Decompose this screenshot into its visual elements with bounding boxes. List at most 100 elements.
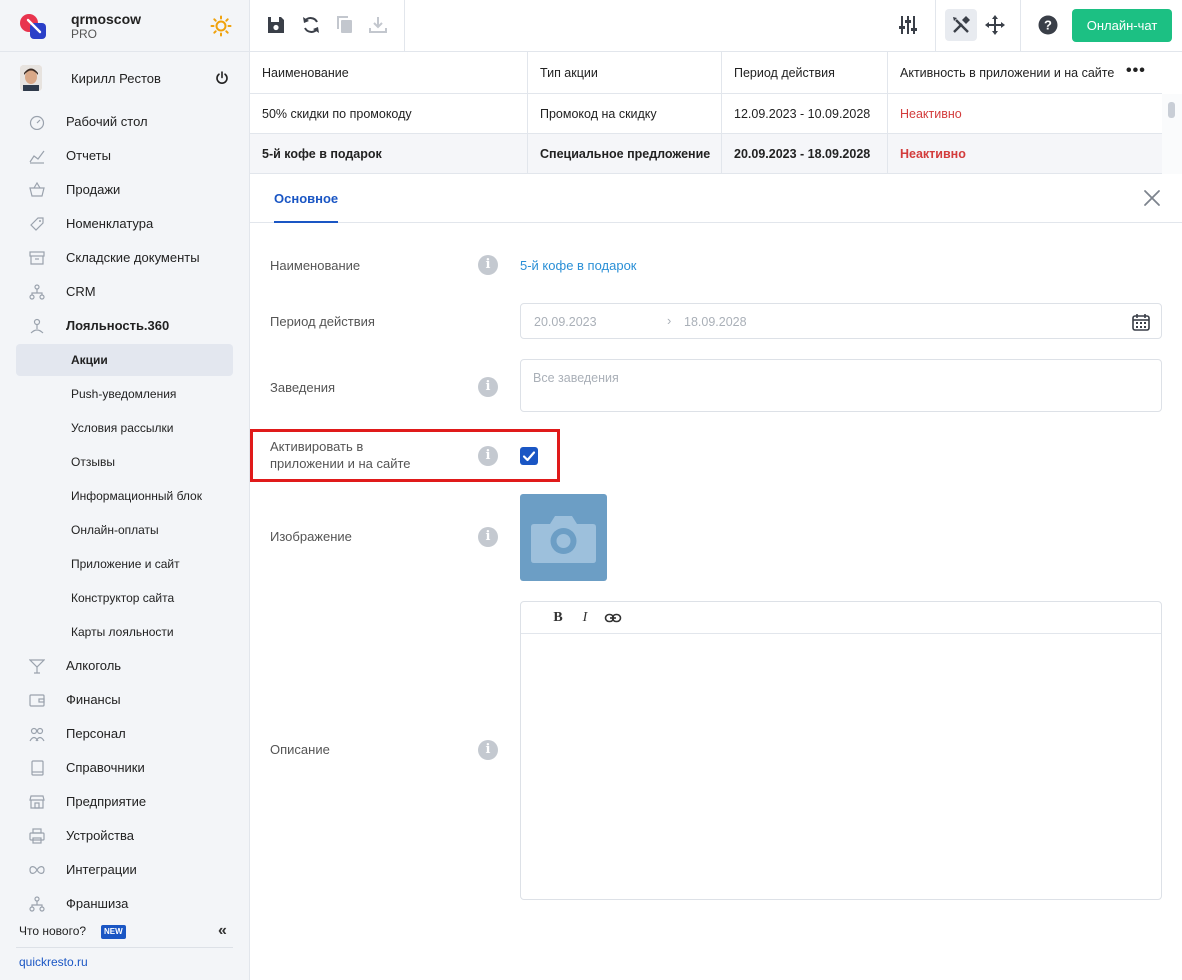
refresh-icon[interactable] [300,14,322,36]
table-row[interactable]: 50% скидки по промокоду Промокод на скид… [250,94,1162,134]
filter-sliders-icon[interactable] [897,14,919,36]
period-from-value[interactable]: 20.09.2023 [534,315,597,329]
column-header-name[interactable]: Наименование [250,52,528,94]
image-label: Изображение [270,529,352,544]
logout-power-icon[interactable] [215,71,229,85]
sidebar-item-warehouse-docs[interactable]: Складские документы [0,240,249,274]
column-options-more-icon[interactable]: ••• [1126,63,1146,79]
printer-icon [29,828,45,844]
copy-icon[interactable] [334,14,356,36]
sidebar-subitem-label: Акции [71,353,108,367]
sidebar-item-nomenclature[interactable]: Номенклатура [0,206,249,240]
sidebar-item-label: Лояльность.360 [66,318,170,333]
row-name: 50% скидки по промокоду [250,94,528,134]
sidebar-item-integrations[interactable]: Интеграции [0,852,249,886]
description-textarea[interactable] [521,634,1161,899]
sidebar-item-franchise[interactable]: Франшиза [0,886,249,920]
sidebar-item-label: Интеграции [66,862,137,877]
sidebar-subitem-label: Приложение и сайт [71,557,180,571]
sidebar-subitem-label: Конструктор сайта [71,591,175,605]
activate-checkbox[interactable] [520,447,538,465]
bold-icon[interactable]: B [549,609,567,627]
sidebar-item-devices[interactable]: Устройства [0,818,249,852]
sidebar-subitem-mailing-conditions[interactable]: Условия рассылки [16,412,233,444]
column-header-activity[interactable]: Активность в приложении и на сайте [888,52,1162,94]
logo-icon [20,14,46,39]
italic-icon[interactable]: I [576,609,594,627]
sidebar-item-label: CRM [66,284,96,299]
sidebar-subitem-promotions[interactable]: Акции [16,344,233,376]
sidebar-item-crm[interactable]: CRM [0,274,249,308]
avatar[interactable] [20,65,42,91]
staff-icon [29,727,45,742]
sidebar-subitem-label: Информационный блок [71,489,202,503]
sidebar-subitem-push[interactable]: Push-уведомления [16,378,233,410]
promotion-detail-panel: Основное Наименование i 5-й кофе в подар… [250,174,1182,980]
info-icon[interactable]: i [478,446,498,466]
venues-select[interactable]: Все заведения [520,359,1162,412]
sidebar-subitem-online-payments[interactable]: Онлайн-оплаты [16,514,233,546]
tab-main[interactable]: Основное [274,174,339,223]
sidebar-item-staff[interactable]: Персонал [0,716,249,750]
row-status: Неактивно [900,147,966,161]
period-to-value[interactable]: 18.09.2028 [684,315,747,329]
sidebar-item-finance[interactable]: Финансы [0,682,249,716]
info-icon[interactable]: i [478,740,498,760]
quickresto-link[interactable]: quickresto.ru [19,955,88,969]
promotion-name-value[interactable]: 5-й кофе в подарок [520,258,637,273]
info-icon[interactable]: i [478,255,498,275]
archive-icon [29,251,45,265]
whats-new-link[interactable]: Что нового? [19,924,86,938]
sidebar-item-enterprise[interactable]: Предприятие [0,784,249,818]
cocktail-icon [29,659,45,674]
download-icon[interactable] [367,14,389,36]
theme-toggle-sun-icon[interactable] [210,15,232,37]
close-icon[interactable] [1143,189,1161,207]
sidebar-subitem-label: Условия рассылки [71,421,174,435]
online-chat-button[interactable]: Онлайн-чат [1072,9,1172,42]
sidebar-subitem-loyalty-cards[interactable]: Карты лояльности [16,616,233,648]
sidebar-subitem-app-and-site[interactable]: Приложение и сайт [16,548,233,580]
link-icon[interactable] [604,609,622,627]
help-icon[interactable]: ? [1037,14,1059,36]
sidebar-item-references[interactable]: Справочники [0,750,249,784]
sidebar-item-label: Номенклатура [66,216,154,231]
sidebar-item-dashboard[interactable]: Рабочий стол [0,104,249,138]
range-arrow-icon: › [667,313,672,328]
table-scrollbar-thumb[interactable] [1168,102,1175,118]
basket-icon [29,182,45,197]
info-icon[interactable]: i [478,527,498,547]
calendar-icon[interactable] [1131,312,1151,332]
tools-icon[interactable] [950,14,972,36]
sidebar-item-alcohol[interactable]: Алкоголь [0,648,249,682]
venues-label: Заведения [270,380,336,395]
period-date-range-field[interactable]: 20.09.2023 › 18.09.2028 [520,303,1162,339]
sidebar-subitem-reviews[interactable]: Отзывы [16,446,233,478]
sidebar-item-label: Устройства [66,828,135,843]
reports-icon [29,150,45,164]
sidebar-item-label: Отчеты [66,148,111,163]
image-upload[interactable] [520,494,607,581]
dashboard-icon [29,115,45,130]
sidebar-item-label: Предприятие [66,794,147,809]
account-name: qrmoscow [71,11,142,27]
sidebar-subitem-site-builder[interactable]: Конструктор сайта [16,582,233,614]
info-icon[interactable]: i [478,377,498,397]
sidebar-item-sales[interactable]: Продажи [0,172,249,206]
column-header-type[interactable]: Тип акции [528,52,722,94]
sidebar-item-reports[interactable]: Отчеты [0,138,249,172]
sidebar-subitem-info-block[interactable]: Информационный блок [16,480,233,512]
panel-tabs: Основное [250,174,1182,223]
toolbar-separator [935,0,936,52]
sidebar: qrmoscow PRO Кирилл Рестов Рабочий стол … [0,0,250,980]
name-label: Наименование [270,258,361,273]
toolbar-separator [404,0,405,52]
sidebar-item-label: Алкоголь [66,658,122,673]
account-plan: PRO [71,27,98,41]
move-icon[interactable] [984,14,1006,36]
collapse-sidebar-chevron-icon[interactable]: « [218,923,227,939]
column-header-period[interactable]: Период действия [722,52,888,94]
save-icon[interactable] [265,14,287,36]
table-row-selected[interactable]: 5-й кофе в подарок Специальное предложен… [250,134,1162,174]
sidebar-item-loyalty[interactable]: Лояльность.360 [0,308,249,342]
